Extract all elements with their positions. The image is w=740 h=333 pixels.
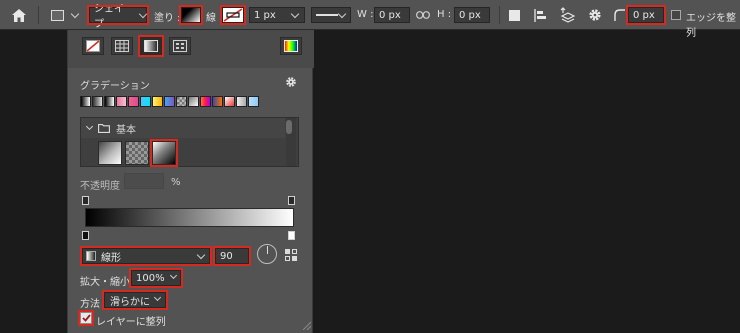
height-field[interactable]: 0 px: [454, 7, 490, 23]
stroke-swatch[interactable]: [220, 5, 246, 25]
angle-value: 90: [220, 250, 233, 262]
stroke-width-field[interactable]: 1 px: [249, 7, 305, 23]
opacity-unit: %: [171, 177, 181, 188]
path-arrangement-icon[interactable]: [558, 6, 576, 24]
opacity-field[interactable]: [124, 173, 164, 189]
gradient-preset-thumb[interactable]: [125, 141, 149, 165]
width-value: 0 px: [379, 9, 401, 21]
home-icon[interactable]: [10, 6, 28, 24]
canvas-area[interactable]: [313, 31, 740, 333]
solid-color-button[interactable]: [111, 37, 133, 55]
path-alignment-icon[interactable]: [532, 7, 548, 23]
width-label: W :: [357, 9, 374, 20]
folder-label: 基本: [116, 124, 136, 136]
recent-gradient-swatch[interactable]: [200, 96, 211, 107]
recent-gradient-swatch[interactable]: [140, 96, 151, 107]
gradient-preset-thumb[interactable]: [98, 141, 122, 165]
options-bar: シェイプ 塗り : 線 : 1 px W : 0 px H : 0 px 0 p…: [0, 0, 740, 39]
method-label: 方法 :: [80, 299, 107, 310]
swatches-grid-icon: [115, 40, 129, 52]
recent-gradient-swatch[interactable]: [92, 96, 103, 107]
opacity-stop-right[interactable]: [288, 196, 295, 205]
color-picker-button[interactable]: [280, 37, 302, 55]
linear-gradient-icon: [86, 251, 96, 261]
library-scrollbar[interactable]: [286, 118, 296, 166]
opacity-stop-left[interactable]: [82, 196, 89, 205]
stroke-width-value: 1 px: [254, 9, 276, 21]
folder-header[interactable]: 基本: [81, 118, 285, 138]
method-value: 滑らかに: [110, 296, 150, 308]
scale-value: 100%: [136, 272, 165, 284]
recent-gradient-swatch[interactable]: [164, 96, 175, 107]
height-value: 0 px: [459, 9, 481, 21]
align-edges-checkbox[interactable]: [671, 10, 681, 20]
recent-gradient-swatch[interactable]: [236, 96, 247, 107]
gradient-preview-bar[interactable]: [85, 208, 294, 227]
recent-gradient-swatch[interactable]: [104, 96, 115, 107]
fill-popup-panel: グラデーション 基本 不透明度 : % 線形 90 拡大・縮小: 100% 方…: [67, 30, 314, 333]
gear-icon[interactable]: [587, 7, 603, 23]
align-with-layer-checkbox[interactable]: [78, 310, 94, 326]
settings-gear-icon[interactable]: [283, 75, 299, 89]
gradient-title: グラデーション: [80, 81, 150, 92]
method-dropdown[interactable]: 滑らかに: [102, 290, 168, 310]
shape-mode-value: シェイプ: [94, 4, 124, 30]
corner-radius-field[interactable]: 0 px: [626, 5, 666, 25]
resize-grip-icon[interactable]: [300, 319, 312, 331]
stroke-type-dropdown[interactable]: [311, 7, 351, 23]
gradient-library: 基本: [80, 117, 299, 167]
recent-gradient-swatch[interactable]: [176, 96, 187, 107]
corner-radius-value: 0 px: [633, 9, 655, 21]
no-color-button[interactable]: [82, 37, 104, 55]
fill-type-row: [68, 30, 314, 68]
fill-swatch[interactable]: [179, 5, 203, 25]
angle-dial[interactable]: [257, 244, 277, 264]
shape-mode-dropdown[interactable]: シェイプ: [87, 4, 149, 30]
opacity-label: 不透明度 :: [80, 181, 127, 192]
angle-field[interactable]: 90: [213, 246, 251, 266]
pattern-button[interactable]: [169, 37, 191, 55]
scale-field[interactable]: 100%: [129, 268, 183, 288]
align-with-layer-label: レイヤーに整列: [96, 317, 166, 328]
recent-gradient-swatch[interactable]: [128, 96, 139, 107]
folder-icon: [98, 123, 110, 133]
gradient-button[interactable]: [138, 35, 164, 57]
width-field[interactable]: 0 px: [374, 7, 410, 23]
gradient-type-dropdown[interactable]: 線形: [80, 246, 212, 266]
recent-gradient-swatch[interactable]: [224, 96, 235, 107]
recent-gradient-swatch[interactable]: [212, 96, 223, 107]
recent-gradient-swatch[interactable]: [80, 96, 91, 107]
link-icon[interactable]: [416, 8, 430, 22]
stroke-label: 線 :: [206, 13, 223, 24]
recent-gradient-swatch[interactable]: [188, 96, 199, 107]
color-stop-left[interactable]: [82, 231, 89, 240]
recent-gradient-swatch[interactable]: [152, 96, 163, 107]
tool-preset-picker[interactable]: [47, 7, 81, 23]
recent-gradients-row: [80, 96, 259, 107]
chevron-down-icon: [85, 122, 94, 131]
fill-label: 塗り :: [154, 13, 181, 24]
corner-radius-icon: [613, 8, 625, 22]
checkmark-icon: [81, 314, 91, 322]
gradient-type-value: 線形: [101, 252, 121, 264]
path-operations-icon[interactable]: [507, 7, 521, 23]
scale-label: 拡大・縮小 :: [80, 277, 137, 288]
color-stop-right[interactable]: [288, 231, 295, 240]
height-label: H :: [437, 9, 452, 20]
recent-gradient-swatch[interactable]: [116, 96, 127, 107]
recent-gradient-swatch[interactable]: [248, 96, 259, 107]
reverse-gradient-icon[interactable]: [284, 248, 298, 262]
gradient-preset-thumb-selected[interactable]: [150, 139, 178, 167]
